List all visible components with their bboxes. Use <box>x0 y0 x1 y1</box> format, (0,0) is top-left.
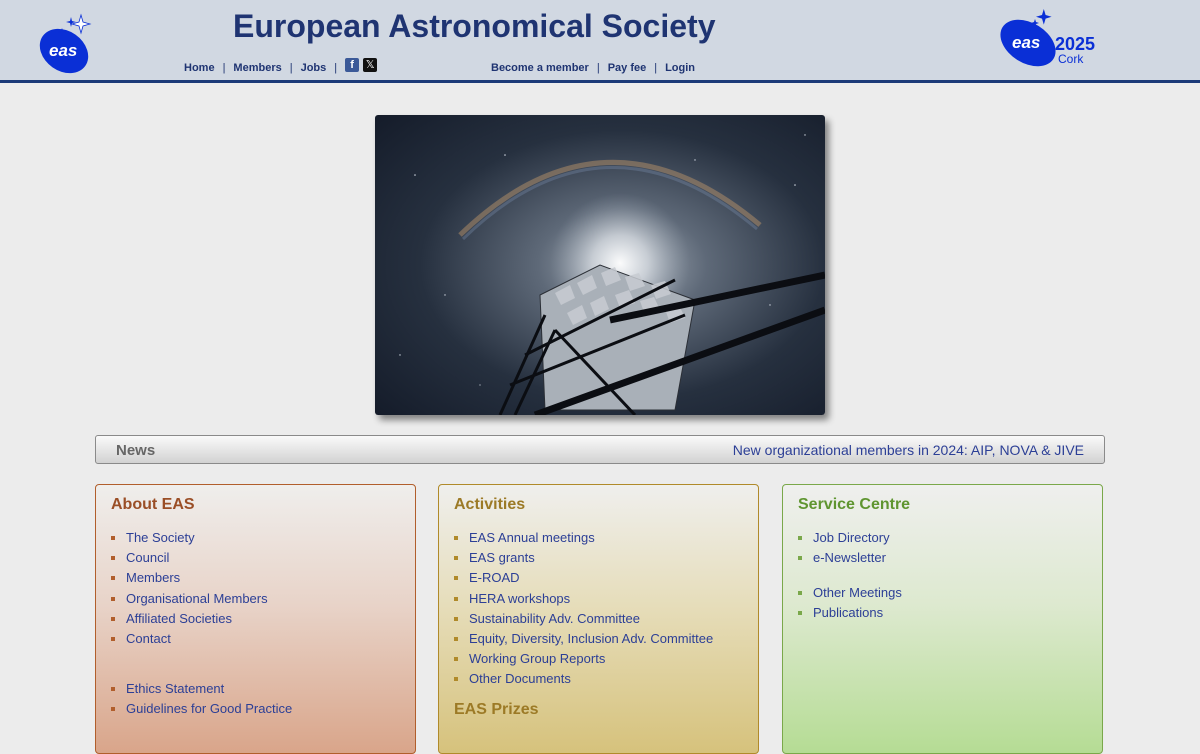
telescope-night-sky-photo <box>375 115 825 415</box>
nav-login[interactable]: Login <box>665 62 695 74</box>
service-centre-list-2: Other Meetings Publications <box>798 583 902 623</box>
link-eas-annual-meetings[interactable]: EAS Annual meetings <box>454 528 713 548</box>
nav-become-member[interactable]: Become a member <box>491 62 589 74</box>
nav-separator: | <box>654 62 658 74</box>
service-centre-heading: Service Centre <box>798 496 911 513</box>
link-e-newsletter[interactable]: e-Newsletter <box>798 548 890 568</box>
link-the-society[interactable]: The Society <box>111 528 268 548</box>
nav-separator: | <box>289 62 293 74</box>
link-affiliated-societies[interactable]: Affiliated Societies <box>111 609 268 629</box>
link-organisational-members[interactable]: Organisational Members <box>111 589 268 609</box>
activities-panel: Activities EAS Annual meetings EAS grant… <box>438 484 759 754</box>
link-sustainability-committee[interactable]: Sustainability Adv. Committee <box>454 609 713 629</box>
eas-2025-cork-logo[interactable]: eas 2025 Cork <box>996 6 1106 74</box>
link-other-documents[interactable]: Other Documents <box>454 669 713 689</box>
about-eas-heading: About EAS <box>111 496 195 513</box>
link-guidelines-good-practice[interactable]: Guidelines for Good Practice <box>111 699 292 719</box>
about-eas-panel: About EAS The Society Council Members Or… <box>95 484 416 754</box>
nav-separator: | <box>222 62 226 74</box>
link-working-group-reports[interactable]: Working Group Reports <box>454 649 713 669</box>
nav-home[interactable]: Home <box>184 62 215 74</box>
activities-list: EAS Annual meetings EAS grants E-ROAD HE… <box>454 528 713 690</box>
service-centre-list: Job Directory e-Newsletter <box>798 528 890 568</box>
social-links: f𝕏 <box>345 58 378 73</box>
link-hera-workshops[interactable]: HERA workshops <box>454 589 713 609</box>
link-ethics-statement[interactable]: Ethics Statement <box>111 679 292 699</box>
event-logo-city: Cork <box>1058 52 1084 66</box>
nav-separator: | <box>596 62 600 74</box>
nav-left: Home | Members | Jobs | f 𝕏 <box>184 58 378 74</box>
site-header: eas European Astronomical Society Home | M… <box>0 0 1200 83</box>
link-e-road[interactable]: E-ROAD <box>454 568 713 588</box>
link-job-directory[interactable]: Job Directory <box>798 528 890 548</box>
news-label: News <box>116 442 156 459</box>
hero-image <box>375 115 825 415</box>
link-eas-grants[interactable]: EAS grants <box>454 548 713 568</box>
about-eas-list: The Society Council Members Organisation… <box>111 528 268 649</box>
site-title: European Astronomical Society <box>233 8 716 44</box>
nav-pay-fee[interactable]: Pay fee <box>608 62 647 74</box>
about-eas-list-2: Ethics Statement Guidelines for Good Pra… <box>111 679 292 719</box>
eas-prizes-heading: EAS Prizes <box>454 701 539 718</box>
link-publications[interactable]: Publications <box>798 603 902 623</box>
x-twitter-icon[interactable]: 𝕏 <box>363 58 378 73</box>
eas-logo-text: eas <box>49 41 77 60</box>
nav-right: Become a member | Pay fee | Login <box>491 62 695 74</box>
link-edi-committee[interactable]: Equity, Diversity, Inclusion Adv. Commit… <box>454 629 713 649</box>
link-contact[interactable]: Contact <box>111 629 268 649</box>
link-council[interactable]: Council <box>111 548 268 568</box>
eas-logo[interactable]: eas <box>33 8 103 74</box>
facebook-icon[interactable]: f <box>345 58 360 73</box>
nav-jobs[interactable]: Jobs <box>301 62 327 74</box>
nav-members[interactable]: Members <box>233 62 281 74</box>
nav-separator: | <box>334 62 338 74</box>
news-item-link[interactable]: New organizational members in 2024: AIP,… <box>733 442 1084 458</box>
event-logo-year: 2025 <box>1055 34 1095 54</box>
activities-heading: Activities <box>454 496 526 513</box>
link-other-meetings[interactable]: Other Meetings <box>798 583 902 603</box>
link-members[interactable]: Members <box>111 568 268 588</box>
news-bar: News New organizational members in 2024:… <box>95 435 1105 464</box>
service-centre-panel: Service Centre Job Directory e-Newslette… <box>782 484 1103 754</box>
event-logo-eas: eas <box>1012 33 1040 52</box>
